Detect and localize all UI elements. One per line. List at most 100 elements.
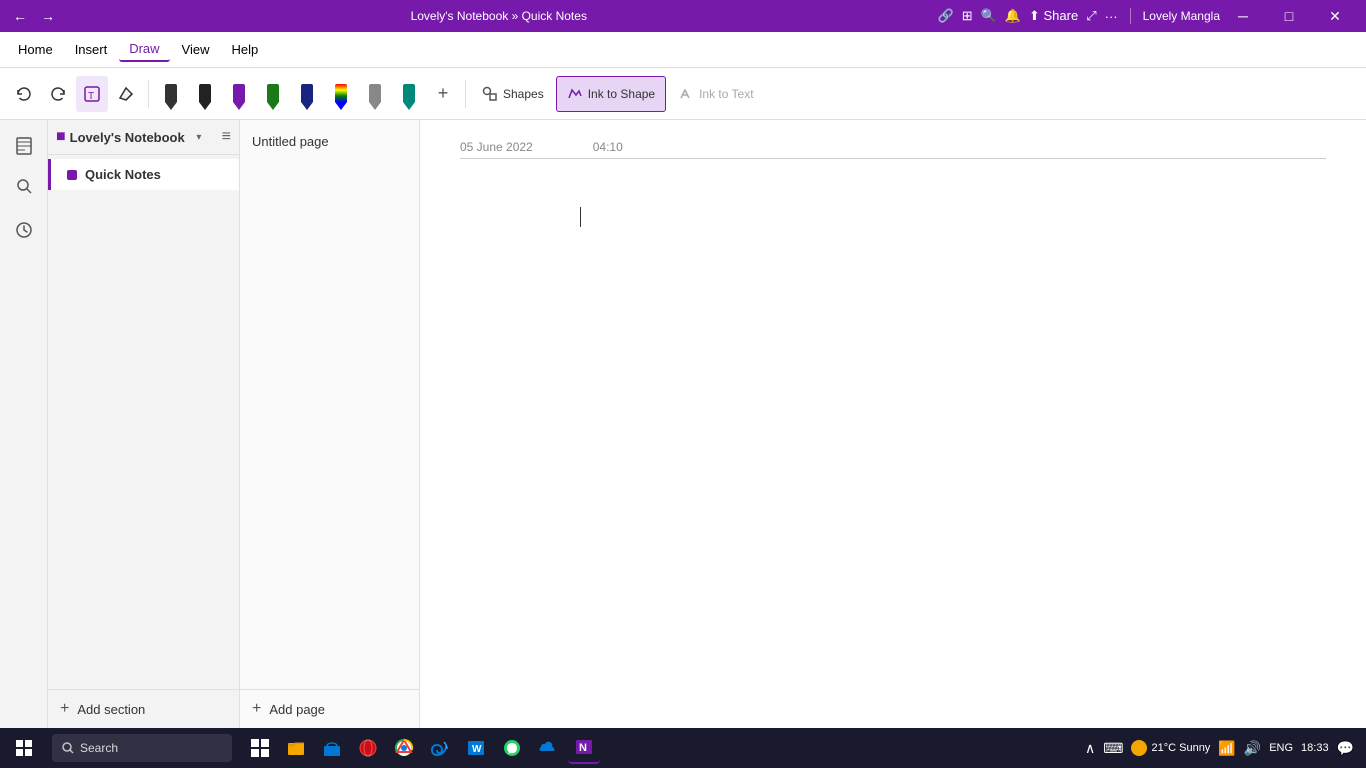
- language-label[interactable]: ENG: [1269, 742, 1293, 754]
- undo-button[interactable]: [8, 76, 40, 112]
- filter-icon[interactable]: ≡: [222, 128, 231, 146]
- taskbar-apps: W N: [236, 732, 608, 764]
- pen-purple-button[interactable]: [223, 76, 255, 112]
- section-quick-notes[interactable]: Quick Notes: [48, 159, 239, 190]
- pen-black-button[interactable]: [155, 76, 187, 112]
- taskbar-icon-office[interactable]: W: [460, 732, 492, 764]
- add-page-label: Add page: [269, 702, 325, 717]
- ink-to-text-label: Ink to Text: [699, 87, 753, 101]
- add-page-button[interactable]: + Add page: [240, 689, 419, 728]
- volume-icon[interactable]: 🔊: [1244, 740, 1261, 757]
- eraser-button[interactable]: [110, 76, 142, 112]
- notebook-name: Lovely's Notebook: [70, 130, 193, 145]
- menu-view[interactable]: View: [172, 38, 220, 61]
- taskbar: Search: [0, 728, 1366, 768]
- add-pen-button[interactable]: +: [427, 76, 459, 112]
- window-title: Lovely's Notebook » Quick Notes: [60, 9, 938, 23]
- add-section-button[interactable]: + Add section: [48, 689, 239, 728]
- notification-icon[interactable]: 💬: [1337, 740, 1354, 757]
- keyboard-icon[interactable]: ⌨: [1103, 740, 1123, 757]
- note-title-line: 05 June 2022 04:10: [460, 140, 1326, 159]
- taskbar-icon-onenote[interactable]: N: [568, 732, 600, 764]
- pen-gray-button[interactable]: [359, 76, 391, 112]
- notebook-header: ■ Lovely's Notebook ▾ ≡: [48, 120, 239, 155]
- weather-text: 21°C Sunny: [1151, 742, 1210, 754]
- maximize-button[interactable]: □: [1266, 0, 1312, 32]
- page-label: Untitled page: [252, 134, 329, 149]
- menu-draw[interactable]: Draw: [119, 37, 169, 62]
- share-icon[interactable]: 🔗: [938, 8, 954, 24]
- section-label: Quick Notes: [85, 167, 161, 182]
- notebook-panel: ■ Lovely's Notebook ▾ ≡ Quick Notes + Ad…: [48, 120, 240, 728]
- weather-widget[interactable]: 21°C Sunny: [1131, 740, 1210, 756]
- add-section-label: Add section: [77, 702, 145, 717]
- ink-to-shape-button[interactable]: Ink to Shape: [556, 76, 666, 112]
- menu-insert[interactable]: Insert: [65, 38, 118, 61]
- window-controls: ─ □ ✕: [1220, 0, 1358, 32]
- fullscreen-icon[interactable]: ⤢: [1086, 8, 1096, 24]
- page-item-untitled[interactable]: Untitled page: [240, 124, 419, 159]
- nav-buttons: ← →: [8, 4, 60, 28]
- pages-list: Untitled page: [240, 120, 419, 689]
- pen-multi-button[interactable]: [325, 76, 357, 112]
- pen-darkblue-button[interactable]: [291, 76, 323, 112]
- system-tray: ∧ ⌨ 21°C Sunny 📶 🔊 ENG 18:33 💬: [1073, 740, 1366, 757]
- taskbar-icon-onedrive[interactable]: [532, 732, 564, 764]
- note-body[interactable]: [460, 167, 1326, 708]
- taskbar-search[interactable]: Search: [52, 734, 232, 762]
- minimize-button[interactable]: ─: [1220, 0, 1266, 32]
- search-bar-label: Search: [80, 741, 118, 755]
- back-button[interactable]: ←: [8, 4, 32, 28]
- ink-to-text-button[interactable]: Ink to Text: [668, 76, 763, 112]
- menu-help[interactable]: Help: [222, 38, 269, 61]
- ink-to-shape-label: Ink to Shape: [588, 87, 655, 101]
- add-section-icon: +: [60, 700, 69, 718]
- taskbar-icon-chrome[interactable]: [388, 732, 420, 764]
- toolbar: T: [0, 68, 1366, 120]
- menubar: Home Insert Draw View Help: [0, 32, 1366, 68]
- share-button[interactable]: ⬆ Share: [1029, 8, 1078, 24]
- pen-teal-button[interactable]: [393, 76, 425, 112]
- add-page-icon: +: [252, 700, 261, 718]
- search-title-icon[interactable]: 🔍: [981, 8, 997, 24]
- bell-icon[interactable]: 🔔: [1005, 8, 1021, 24]
- network-icon[interactable]: 📶: [1218, 740, 1235, 757]
- icon-rail: [0, 120, 48, 728]
- separator-2: [465, 80, 466, 108]
- taskbar-icon-windows[interactable]: [244, 732, 276, 764]
- notebook-dropdown-icon[interactable]: ▾: [196, 132, 201, 143]
- titlebar: ← → Lovely's Notebook » Quick Notes 🔗 ⊞ …: [0, 0, 1366, 32]
- sun-icon: [1131, 740, 1147, 756]
- section-color-dot: [67, 170, 77, 180]
- notebooks-icon[interactable]: [6, 128, 42, 164]
- recent-icon[interactable]: [6, 212, 42, 248]
- close-button[interactable]: ✕: [1312, 0, 1358, 32]
- username: Lovely Mangla: [1143, 9, 1220, 23]
- main-layout: ■ Lovely's Notebook ▾ ≡ Quick Notes + Ad…: [0, 120, 1366, 728]
- search-icon[interactable]: [6, 168, 42, 204]
- taskbar-icon-opera[interactable]: [352, 732, 384, 764]
- menu-home[interactable]: Home: [8, 38, 63, 61]
- note-canvas[interactable]: 05 June 2022 04:10: [420, 120, 1366, 728]
- pen-dark-button[interactable]: [189, 76, 221, 112]
- time-label[interactable]: 18:33: [1301, 742, 1329, 754]
- svg-text:N: N: [579, 742, 587, 754]
- chevron-up-icon[interactable]: ∧: [1085, 740, 1095, 757]
- user-area: 🔗 ⊞ 🔍 🔔 ⬆ Share ⤢ ··· Lovely Mangla: [938, 8, 1220, 24]
- taskbar-icon-store[interactable]: [316, 732, 348, 764]
- sections-list: Quick Notes: [48, 155, 239, 689]
- lasso-button[interactable]: T: [76, 76, 108, 112]
- taskbar-icon-whatsapp[interactable]: [496, 732, 528, 764]
- notebook-view-icon[interactable]: ⊞: [962, 8, 973, 24]
- redo-button[interactable]: [42, 76, 74, 112]
- more-options-icon[interactable]: ···: [1105, 9, 1118, 24]
- text-cursor: [580, 207, 581, 227]
- forward-button[interactable]: →: [36, 4, 60, 28]
- shapes-button[interactable]: Shapes: [472, 76, 554, 112]
- svg-text:T: T: [88, 91, 94, 102]
- taskbar-icon-file-explorer[interactable]: [280, 732, 312, 764]
- taskbar-icon-edge[interactable]: [424, 732, 456, 764]
- shapes-label: Shapes: [503, 87, 544, 101]
- start-button[interactable]: [0, 728, 48, 768]
- pen-green-button[interactable]: [257, 76, 289, 112]
